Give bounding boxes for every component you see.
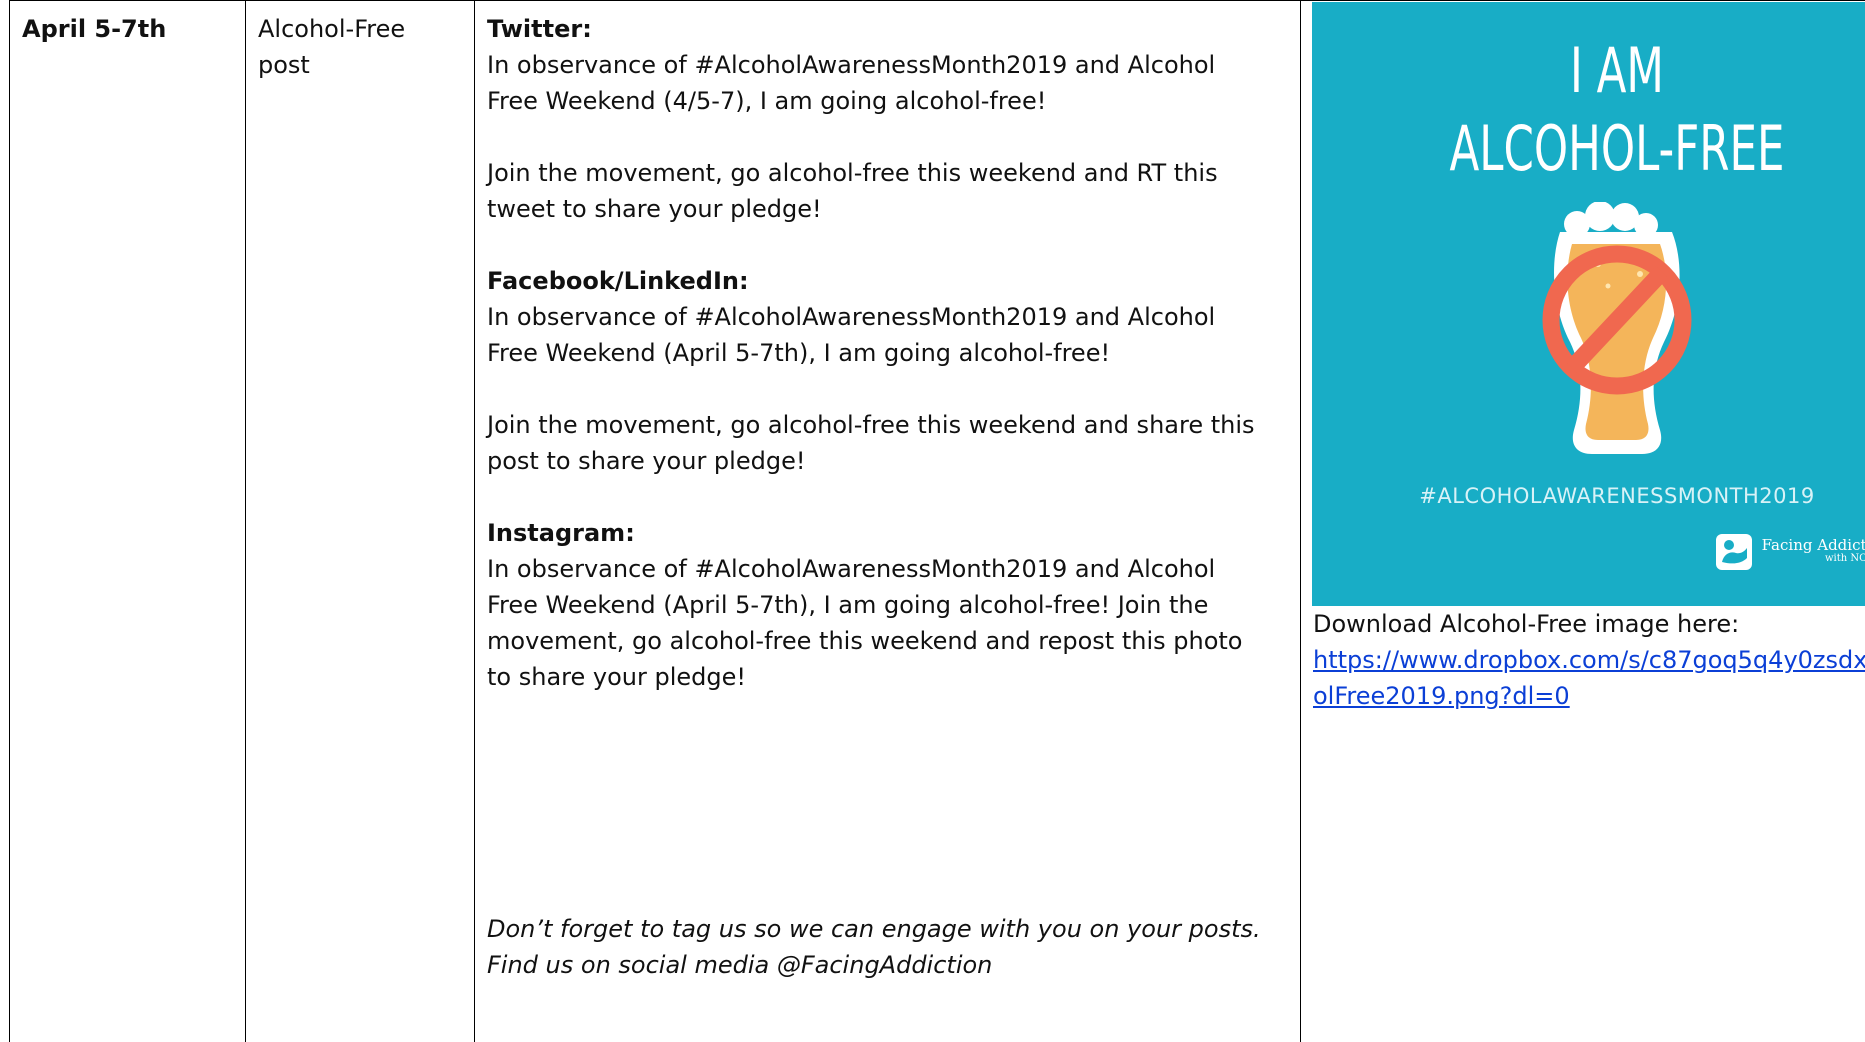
date-label: April 5-7th [22,15,167,43]
instagram-text-line: Free Weekend (April 5-7th), I am going a… [487,591,1209,619]
twitter-text-line: Join the movement, go alcohol-free this … [487,159,1218,187]
instagram-text-line: to share your pledge! [487,663,746,691]
facing-addiction-logo-icon [1715,534,1752,570]
brand-subtitle: with NCADD [1824,553,1865,564]
schedule-table: April 5-7th Alcohol-Free post Twitter: I… [9,0,1865,1042]
facing-addiction-logo: Facing Addiction with NCADD [1714,532,1865,572]
twitter-text-line: In observance of #AlcoholAwarenessMonth2… [487,51,1216,79]
beer-glass-icon [1542,202,1692,454]
instagram-heading: Instagram: [487,519,635,547]
date-cell: April 5-7th [9,0,246,1042]
promo-title-line2: ALCOHOL-FREE [1449,112,1785,185]
promo-title-line1: I AM [1570,34,1664,107]
copy-cell: Twitter: In observance of #AlcoholAwaren… [474,0,1301,1042]
tag-us-note-line: Find us on social media @FacingAddiction [487,951,993,979]
table-row: April 5-7th Alcohol-Free post Twitter: I… [9,0,1865,1042]
twitter-text-line: tweet to share your pledge! [487,195,822,223]
tag-us-note-line: Don’t forget to tag us so we can engage … [487,915,1261,943]
tag-us-note: Don’t forget to tag us so we can engage … [487,911,1288,983]
brand-name: Facing Addiction [1761,536,1865,554]
facebook-text-line: In observance of #AlcoholAwarenessMonth2… [487,303,1216,331]
alcohol-free-promo-image: I AM ALCOHOL-FREE #ALCOHOLAWARENESSMONTH… [1312,2,1865,606]
facebook-text-line: post to share your pledge! [487,447,806,475]
twitter-text-line: Free Weekend (4/5-7), I am going alcohol… [487,87,1047,115]
asset-cell: I AM ALCOHOL-FREE #ALCOHOLAWARENESSMONTH… [1300,0,1865,1042]
twitter-heading: Twitter: [487,15,592,43]
post-type-cell: Alcohol-Free post [245,0,475,1042]
instagram-text-line: movement, go alcohol-free this weekend a… [487,627,1243,655]
post-type-line2: post [258,51,310,79]
instagram-text-line: In observance of #AlcoholAwarenessMonth2… [487,555,1216,583]
facebook-heading: Facebook/LinkedIn: [487,267,749,295]
download-label: Download Alcohol-Free image here: [1313,610,1740,638]
post-type-line1: Alcohol-Free [258,15,406,43]
facebook-text-line: Free Weekend (April 5-7th), I am going a… [487,339,1111,367]
facebook-text-line: Join the movement, go alcohol-free this … [487,411,1255,439]
download-link[interactable]: https://www.dropbox.com/s/c87goq5q4y0zsd… [1313,642,1865,714]
promo-hashtag: #ALCOHOLAWARENESSMONTH2019 [1419,484,1815,508]
